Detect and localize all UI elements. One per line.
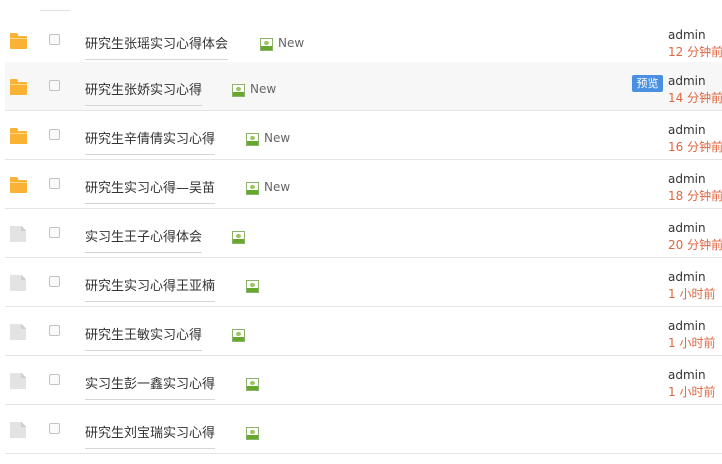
new-badge: New <box>250 82 277 96</box>
folder-icon <box>10 128 27 144</box>
post-time: 20 分钟前 <box>668 238 722 252</box>
row-checkbox[interactable] <box>49 423 60 434</box>
image-icon <box>246 280 259 293</box>
item-title-link[interactable]: 实习生彭一鑫实习心得 <box>85 373 216 400</box>
row-checkbox[interactable] <box>49 129 60 140</box>
row-checkbox[interactable] <box>49 325 60 336</box>
list-item[interactable]: 研究生王敏实习心得 admin 1 小时前 <box>5 307 722 356</box>
post-time: 12 分钟前 <box>668 45 722 59</box>
new-badge: New <box>264 180 291 194</box>
post-time: 1 小时前 <box>668 287 716 301</box>
new-badge: New <box>264 131 291 145</box>
author-name[interactable]: admin <box>668 172 706 186</box>
item-title-link[interactable]: 研究生实习心得王亚楠 <box>85 275 216 302</box>
image-icon <box>232 84 245 97</box>
image-icon <box>232 329 245 342</box>
row-checkbox[interactable] <box>49 276 60 287</box>
post-time: 18 分钟前 <box>668 189 722 203</box>
folder-icon <box>10 33 27 49</box>
post-time: 1 小时前 <box>668 385 716 399</box>
list-item[interactable]: 实习生王子心得体会 admin 20 分钟前 <box>5 209 722 258</box>
item-title-link[interactable]: 研究生实习心得—吴苗 <box>85 177 216 204</box>
post-time: 14 分钟前 <box>668 91 722 105</box>
image-icon <box>246 182 259 195</box>
file-icon <box>10 422 26 438</box>
row-checkbox[interactable] <box>49 80 60 91</box>
author-name[interactable]: admin <box>668 319 706 333</box>
author-name[interactable]: admin <box>668 74 706 88</box>
list-top-divider <box>40 10 70 11</box>
new-badge: New <box>278 36 305 50</box>
row-checkbox[interactable] <box>49 34 60 45</box>
row-checkbox[interactable] <box>49 227 60 238</box>
folder-icon <box>10 177 27 193</box>
folder-icon <box>10 79 27 95</box>
image-icon <box>246 427 259 440</box>
row-checkbox[interactable] <box>49 178 60 189</box>
item-title-link[interactable]: 研究生王敏实习心得 <box>85 324 203 351</box>
image-icon <box>246 133 259 146</box>
file-icon <box>10 226 26 242</box>
list-item[interactable]: 研究生实习心得王亚楠 admin 1 小时前 <box>5 258 722 307</box>
author-name[interactable]: admin <box>668 123 706 137</box>
image-icon <box>246 378 259 391</box>
item-title-link[interactable]: 研究生张娇实习心得 <box>85 79 203 106</box>
item-title-link[interactable]: 研究生张瑶实习心得体会 <box>85 33 229 60</box>
list-item[interactable]: 研究生刘宝瑞实习心得 <box>5 405 722 454</box>
list-item[interactable]: 研究生张娇实习心得 New 预览 admin 14 分钟前 <box>5 62 722 111</box>
image-icon <box>232 231 245 244</box>
post-time: 1 小时前 <box>668 336 716 350</box>
list-item[interactable]: 研究生实习心得—吴苗 New admin 18 分钟前 <box>5 160 722 209</box>
file-icon <box>10 373 26 389</box>
item-title-link[interactable]: 研究生刘宝瑞实习心得 <box>85 422 216 449</box>
list-item[interactable]: 实习生彭一鑫实习心得 admin 1 小时前 <box>5 356 722 405</box>
author-name[interactable]: admin <box>668 28 706 42</box>
author-name[interactable]: admin <box>668 368 706 382</box>
list-item[interactable]: 研究生辛倩倩实习心得 New admin 16 分钟前 <box>5 111 722 160</box>
preview-button[interactable]: 预览 <box>632 75 663 92</box>
author-name[interactable]: admin <box>668 221 706 235</box>
item-title-link[interactable]: 实习生王子心得体会 <box>85 226 203 253</box>
post-time: 16 分钟前 <box>668 140 722 154</box>
item-title-link[interactable]: 研究生辛倩倩实习心得 <box>85 128 216 155</box>
list-item[interactable]: 研究生张瑶实习心得体会 New admin 12 分钟前 <box>5 16 722 65</box>
author-name[interactable]: admin <box>668 270 706 284</box>
file-icon <box>10 324 26 340</box>
image-icon <box>260 38 273 51</box>
file-icon <box>10 275 26 291</box>
row-checkbox[interactable] <box>49 374 60 385</box>
